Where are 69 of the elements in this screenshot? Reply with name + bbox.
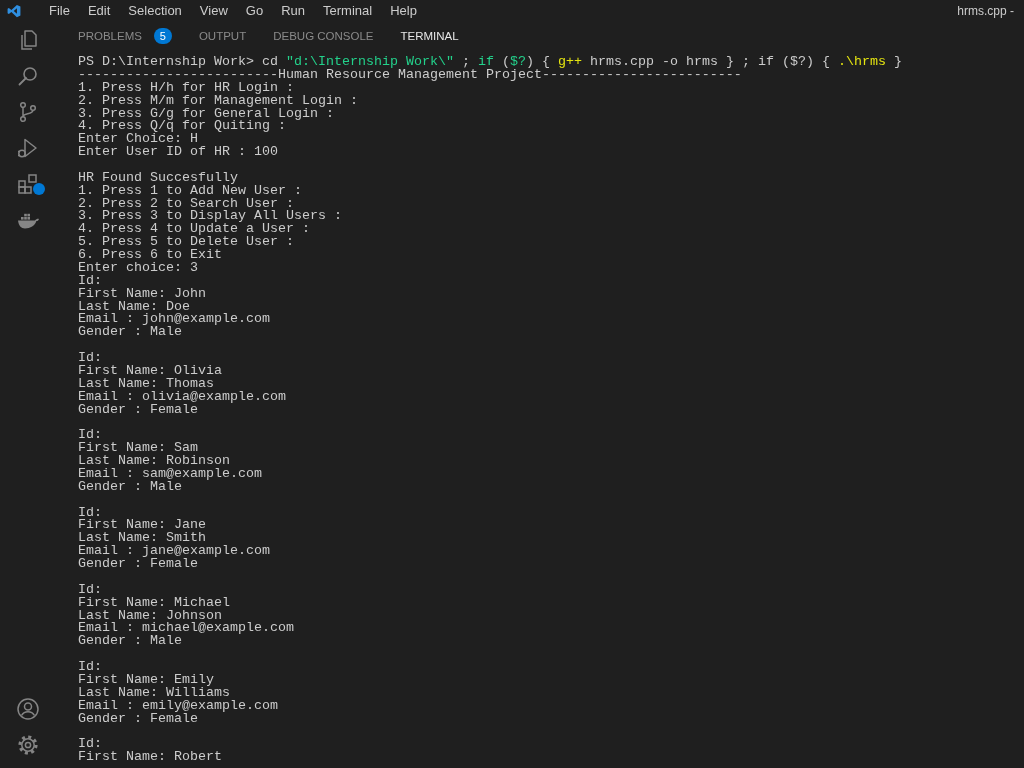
terminal-line: Email : olivia@example.com <box>78 390 286 404</box>
terminal-line: Email : sam@example.com <box>78 467 262 481</box>
menu-item[interactable]: View <box>190 0 237 22</box>
terminal-line: Last Name: Doe <box>78 300 190 314</box>
terminal-line: First Name: Sam <box>78 442 198 456</box>
terminal-line: 3. Press 3 to Display All Users : <box>78 210 342 224</box>
terminal-line: 6. Press 6 to Exit <box>78 249 222 262</box>
terminal-line: 4. Press 4 to Update a User : <box>78 223 310 237</box>
terminal-line: Id: <box>78 583 102 597</box>
terminal-line: Last Name: Robinson <box>78 455 230 468</box>
terminal-line: Last Name: Williams <box>78 686 230 700</box>
terminal-line: Last Name: Johnson <box>78 609 222 623</box>
terminal-line: 1. Press H/h for HR Login : <box>78 81 294 95</box>
terminal-line: HR Found Succesfully <box>78 171 238 185</box>
menu-item[interactable]: Go <box>236 0 273 22</box>
terminal-line: First Name: Robert <box>78 751 222 764</box>
terminal-command-line: PS D:\Internship Work> cd "d:\Internship Work\" ; if ($?) { g++ hrms.cpp -o hrms } ; if ($?) { .\hrms } <box>78 56 902 69</box>
search-icon[interactable] <box>16 64 40 88</box>
terminal-line: Id: <box>78 274 102 288</box>
menu-item[interactable]: File <box>40 0 79 22</box>
terminal-line: Enter choice: 3 <box>78 262 198 275</box>
menu-item[interactable]: Help <box>381 0 426 22</box>
panel-tab[interactable]: TERMINAL <box>400 26 459 46</box>
play-bug-icon[interactable] <box>16 136 40 160</box>
terminal-line: Enter Choice: H <box>78 133 198 147</box>
panel-tab[interactable]: OUTPUT <box>198 26 247 46</box>
terminal-line: Id: <box>78 429 102 443</box>
terminal-line: Gender : Male <box>78 480 182 494</box>
app-logo-icon <box>7 4 21 18</box>
terminal-line: Email : john@example.com <box>78 313 270 327</box>
menu-item[interactable]: Terminal <box>314 0 382 22</box>
notification-badge-icon <box>33 183 45 195</box>
terminal-line: Id: <box>78 661 102 674</box>
terminal-line: Gender : Male <box>78 635 182 649</box>
settings-icon[interactable] <box>16 733 40 757</box>
terminal-line: Id: <box>78 738 102 752</box>
extensions-icon[interactable] <box>16 172 40 196</box>
terminal-line: 5. Press 5 to Delete User : <box>78 236 294 250</box>
terminal-line: Gender : Female <box>78 403 198 417</box>
terminal-line: First Name: Emily <box>78 673 214 687</box>
menu-item[interactable]: Selection <box>119 0 191 22</box>
menu-item[interactable]: Run <box>272 0 314 22</box>
terminal-line: First Name: Michael <box>78 596 230 610</box>
terminal-line: 3. Press G/g for General Login : <box>78 107 334 121</box>
terminal-line: First Name: John <box>78 287 206 301</box>
panel-tab[interactable]: DEBUG CONSOLE <box>273 26 374 46</box>
account-icon[interactable] <box>16 697 40 721</box>
panel-tab[interactable]: PROBLEMS 5 <box>78 26 172 46</box>
terminal-line: 2. Press 2 to Search User : <box>78 197 294 211</box>
terminal-line: Email : jane@example.com <box>78 545 270 559</box>
terminal-line: Id: <box>78 352 102 365</box>
problem-count-badge: 5 <box>153 28 172 44</box>
menu-item[interactable]: Edit <box>78 0 120 22</box>
terminal-line: Last Name: Thomas <box>78 377 214 391</box>
terminal-line: Email : michael@example.com <box>78 622 294 636</box>
terminal-line: Enter User ID of HR : 100 <box>78 146 278 159</box>
terminal-line: Gender : Female <box>78 712 198 726</box>
terminal-line: Gender : Female <box>78 558 198 571</box>
window-title: hrms.cpp - <box>957 4 1015 18</box>
terminal-line: -------------------------Human Resource Management Project------------------------- <box>78 68 742 82</box>
terminal-line: First Name: Jane <box>78 519 206 533</box>
terminal-line: Last Name: Smith <box>78 532 206 546</box>
terminal-line: Gender : Male <box>78 326 182 340</box>
terminal-line: 1. Press 1 to Add New User : <box>78 184 302 198</box>
terminal-line: Email : emily@example.com <box>78 699 278 713</box>
terminal-line: Id: <box>78 506 102 520</box>
terminal-line: 2. Press M/m for Management Login : <box>78 94 358 108</box>
terminal-line: 4. Press Q/q for Quiting : <box>78 120 286 134</box>
terminal-line: First Name: Olivia <box>78 364 222 378</box>
